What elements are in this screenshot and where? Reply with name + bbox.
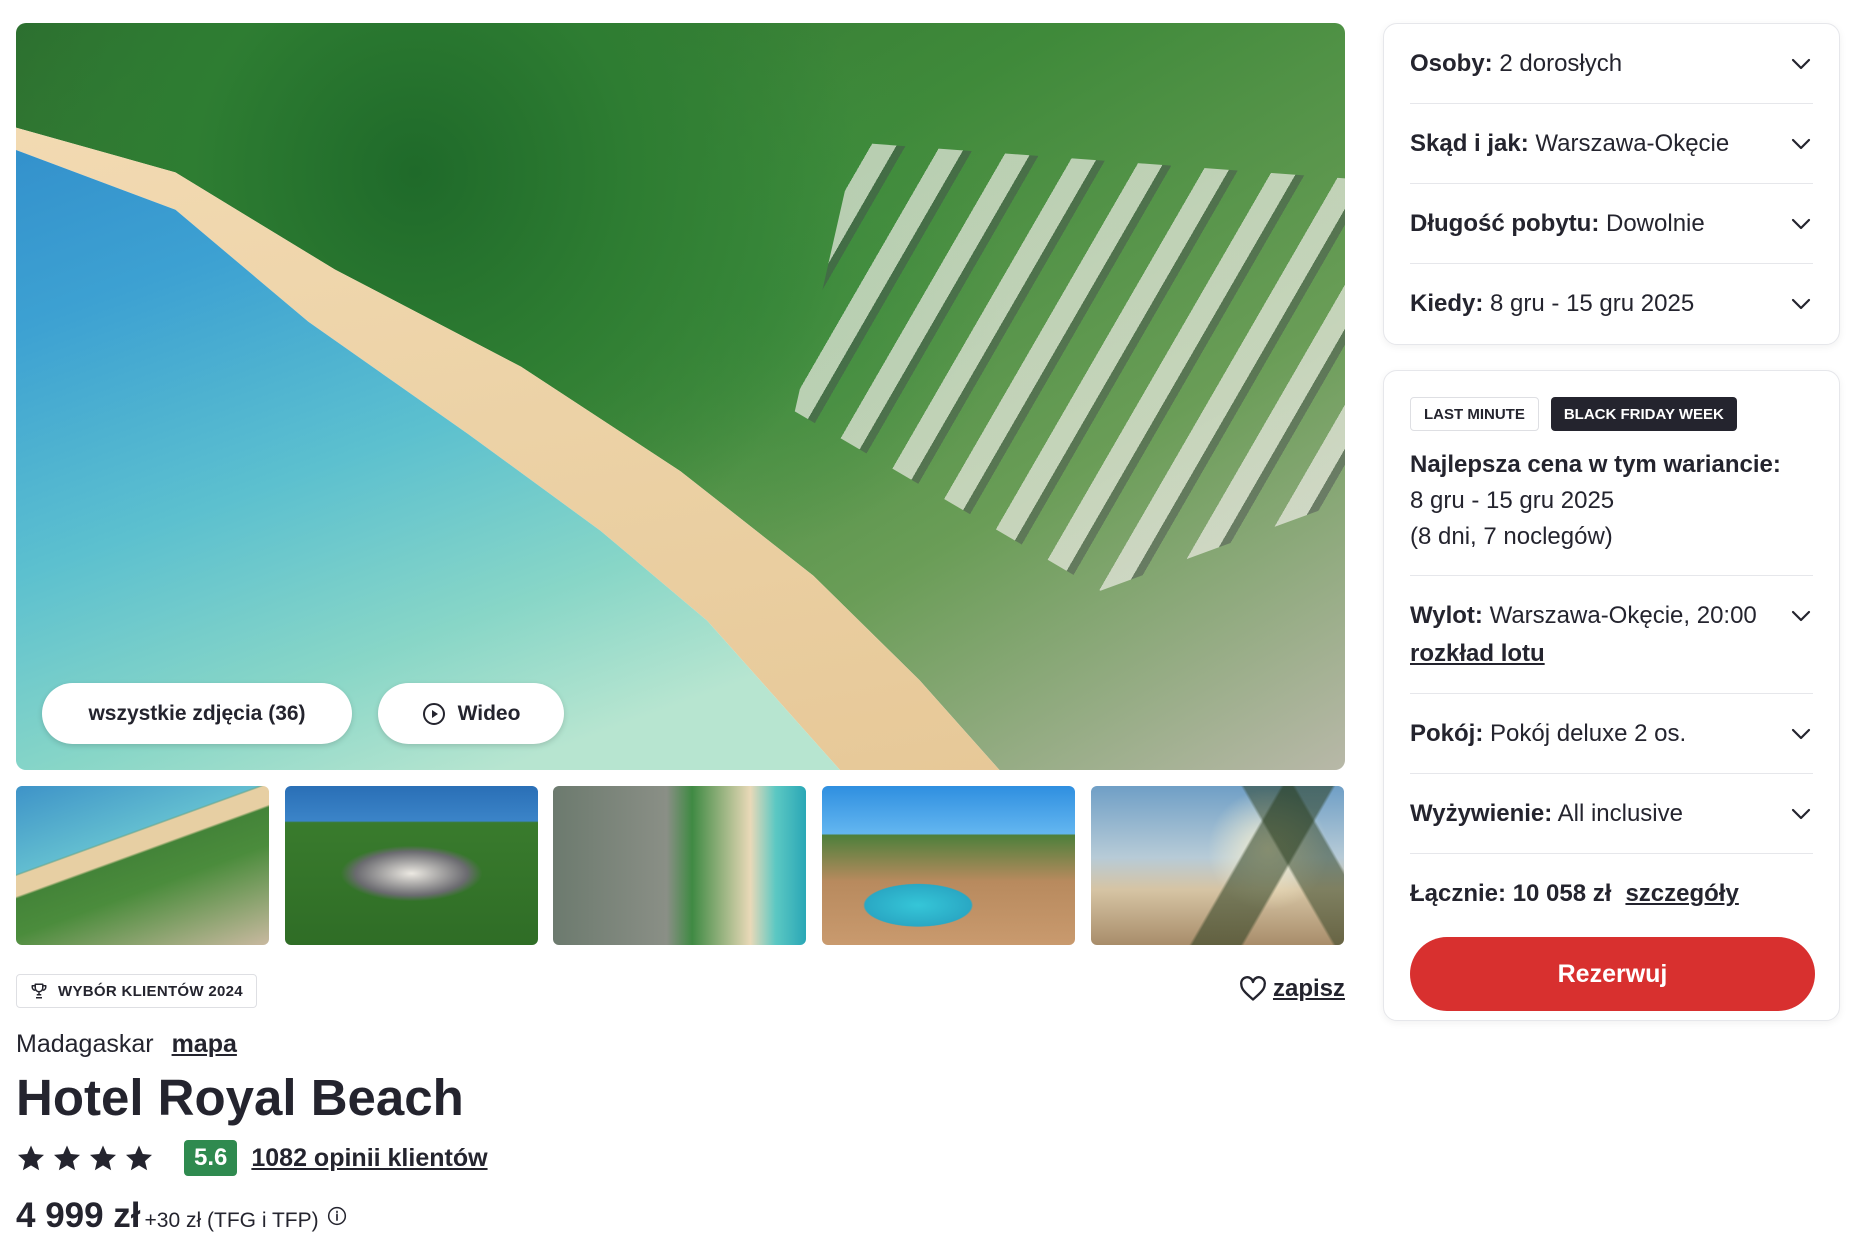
tag-black-friday: BLACK FRIDAY WEEK	[1550, 397, 1737, 431]
map-link[interactable]: mapa	[172, 1030, 237, 1059]
thumbnail-1[interactable]	[16, 786, 269, 945]
chevron-down-icon	[1791, 138, 1811, 149]
star-icon	[126, 1145, 152, 1171]
star-icon	[90, 1145, 116, 1171]
thumbnail-5[interactable]	[1091, 786, 1344, 945]
star-icon	[18, 1145, 44, 1171]
date-label: Kiedy:	[1410, 290, 1484, 317]
award-badge: WYBÓR KLIENTÓW 2024	[16, 974, 257, 1008]
room-label: Pokój:	[1410, 719, 1484, 747]
duration-label: Długość pobytu:	[1410, 209, 1600, 237]
departure-value: Warszawa-Okęcie	[1535, 129, 1730, 157]
star-rating	[16, 1143, 154, 1173]
offer-panel: LAST MINUTE BLACK FRIDAY WEEK Najlepsza …	[1383, 370, 1840, 1021]
offer-tags: LAST MINUTE BLACK FRIDAY WEEK	[1410, 397, 1813, 431]
main-photo[interactable]	[16, 23, 1345, 770]
book-button[interactable]: Rezerwuj	[1410, 937, 1815, 1011]
reviews-link[interactable]: 1082 opinii klientów	[251, 1144, 487, 1173]
chevron-down-icon	[1791, 298, 1811, 310]
persons-value: 2 dorosłych	[1499, 49, 1623, 77]
thumbnail-4[interactable]	[822, 786, 1075, 945]
award-badge-label: WYBÓR KLIENTÓW 2024	[58, 982, 243, 1000]
location: Madagaskar mapa	[16, 1030, 237, 1059]
best-price-info: Najlepsza cena w tym wariancie: 8 gru - …	[1410, 447, 1813, 576]
save-button[interactable]: zapisz	[1239, 975, 1345, 1003]
room-select[interactable]: Pokój: Pokój deluxe 2 os.	[1410, 694, 1813, 774]
thumbnail-2[interactable]	[285, 786, 538, 945]
hotel-name: Hotel Royal Beach	[16, 1069, 464, 1126]
board-label: Wyżywienie:	[1410, 799, 1553, 827]
info-icon[interactable]	[327, 1206, 347, 1226]
tag-last-minute: LAST MINUTE	[1410, 397, 1539, 431]
date-value: 8 gru - 15 gru 2025	[1490, 290, 1695, 317]
chevron-down-icon	[1791, 728, 1811, 739]
persons-select[interactable]: Osoby: 2 dorosłych	[1410, 24, 1813, 104]
flight-schedule-link[interactable]: rozkład lotu	[1410, 640, 1813, 668]
flight-select[interactable]: Wylot: Warszawa-Okęcie, 20:00 rozkład lo…	[1410, 576, 1813, 694]
chevron-down-icon	[1791, 58, 1811, 69]
board-value: All inclusive	[1557, 799, 1683, 827]
price-row: 4 999 zł +30 zł (TFG i TFP)	[16, 1196, 347, 1236]
flight-label: Wylot:	[1410, 601, 1483, 629]
chevron-down-icon	[1791, 808, 1811, 819]
duration-value: Dowolnie	[1606, 209, 1705, 237]
trophy-icon	[31, 983, 47, 999]
date-select[interactable]: Kiedy: 8 gru - 15 gru 2025	[1410, 264, 1813, 344]
video-label: Wideo	[457, 701, 521, 725]
rating-row: 5.6 1082 opinii klientów	[16, 1140, 488, 1176]
star-icon	[54, 1145, 80, 1171]
departure-select[interactable]: Skąd i jak: Warszawa-Okęcie	[1410, 104, 1813, 184]
board-select[interactable]: Wyżywienie: All inclusive	[1410, 774, 1813, 854]
country: Madagaskar	[16, 1030, 154, 1058]
video-button[interactable]: Wideo	[378, 683, 564, 744]
save-label: zapisz	[1272, 975, 1345, 1002]
departure-label: Skąd i jak:	[1410, 129, 1529, 157]
play-icon	[422, 702, 445, 725]
total-price: Łącznie: 10 058 zł	[1410, 880, 1612, 907]
total-row: Łącznie: 10 058 zł szczegóły	[1410, 854, 1813, 934]
rating-score: 5.6	[184, 1140, 238, 1176]
all-photos-label: wszystkie zdjęcia (36)	[88, 701, 306, 725]
room-value: Pokój deluxe 2 os.	[1490, 719, 1687, 747]
price: 4 999 zł	[16, 1196, 141, 1235]
offer-duration: (8 dni, 7 noclegów)	[1410, 523, 1613, 550]
thumbnail-3[interactable]	[553, 786, 806, 945]
chevron-down-icon	[1791, 610, 1811, 621]
duration-select[interactable]: Długość pobytu: Dowolnie	[1410, 184, 1813, 264]
flight-value: Warszawa-Okęcie, 20:00	[1489, 601, 1757, 629]
chevron-down-icon	[1791, 218, 1811, 229]
best-price-title: Najlepsza cena w tym wariancie:	[1410, 451, 1781, 478]
price-extra: +30 zł (TFG i TFP)	[144, 1209, 319, 1232]
details-link[interactable]: szczegóły	[1625, 880, 1738, 908]
persons-label: Osoby:	[1410, 49, 1493, 77]
search-panel: Osoby: 2 dorosłych Skąd i jak: Warszawa-…	[1383, 23, 1840, 345]
heart-icon	[1240, 976, 1266, 1001]
offer-dates: 8 gru - 15 gru 2025	[1410, 487, 1615, 514]
all-photos-button[interactable]: wszystkie zdjęcia (36)	[42, 683, 352, 744]
